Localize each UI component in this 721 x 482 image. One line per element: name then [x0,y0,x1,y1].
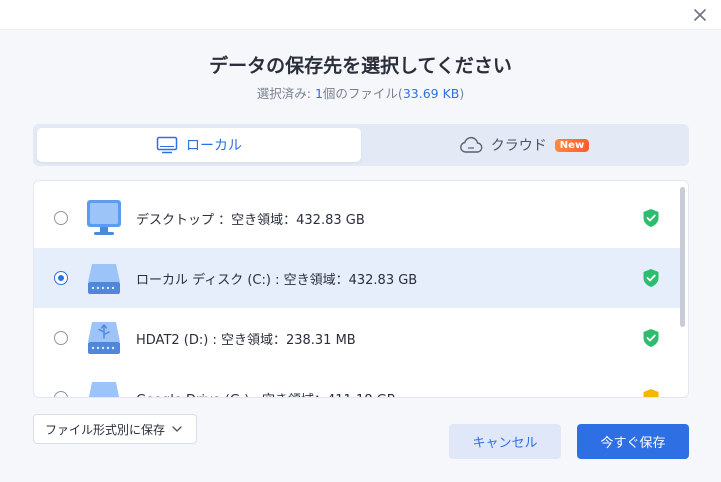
drive-list-scrollbar[interactable] [680,187,685,327]
shield-check-icon [643,209,659,227]
drive-row-desktop[interactable]: デスクトップ ：空き領域：432.83 GB [34,188,680,248]
destination-tabs: ローカル クラウド New [33,124,689,166]
drive-list: デスクトップ ：空き領域：432.83 GB ローカル ディスク (C:) : … [33,180,689,398]
monitor-icon [156,136,178,154]
save-by-format-label: ファイル形式別に保存 [45,422,166,437]
drive-radio[interactable] [54,391,68,397]
tab-cloud[interactable]: クラウド New [363,128,685,162]
window-title-bar [0,0,721,30]
hard-drive-icon [89,382,119,397]
cancel-button[interactable]: キャンセル [449,424,561,459]
save-now-button[interactable]: 今すぐ保存 [577,424,689,459]
dialog-title: データの保存先を選択してください [209,55,512,77]
usb-drive-icon [88,322,120,354]
cloud-icon [459,136,483,153]
drive-label: Google Drive (G:) : 空き領域：411.18 GB [136,389,396,398]
chevron-down-icon [172,426,182,432]
drive-label: ローカル ディスク (C:) : 空き領域：432.83 GB [136,272,418,288]
shield-check-icon [643,269,659,287]
shield-check-icon [643,329,659,347]
new-badge: New [554,138,590,152]
desktop-monitor-icon [87,200,121,235]
drive-row-local-disk-c[interactable]: ローカル ディスク (C:) : 空き領域：432.83 GB [34,248,680,308]
warning-icon [643,389,659,397]
tab-local[interactable]: ローカル [37,128,361,162]
tab-cloud-label: クラウド [490,138,547,154]
drive-row-hdat2-d[interactable]: HDAT2 (D:) : 空き領域：238.31 MB [34,308,680,368]
save-by-format-dropdown[interactable]: ファイル形式別に保存 [33,414,197,444]
close-icon[interactable] [691,6,709,24]
hard-drive-icon [88,264,120,294]
selection-summary: 選択済み: 1個のファイル(33.69 KB) [0,83,721,102]
selection-suffix: ) [459,86,465,101]
save-destination-dialog: データの保存先を選択してください 選択済み: 1個のファイル(33.69 KB)… [0,30,721,482]
selection-mid: 個のファイル( [322,86,403,101]
selection-count: 1 [314,86,323,101]
drive-radio[interactable] [54,211,68,225]
drive-label: HDAT2 (D:) : 空き領域：238.31 MB [136,332,356,348]
selection-prefix: 選択済み: [256,86,311,101]
drive-radio-selected[interactable] [54,271,68,285]
selection-size: 33.69 KB [402,86,460,101]
drive-row-google-drive-g[interactable]: Google Drive (G:) : 空き領域：411.18 GB [34,368,680,398]
drive-radio[interactable] [54,331,68,345]
drive-label: デスクトップ ：空き領域：432.83 GB [136,212,365,228]
tab-local-label: ローカル [186,138,242,154]
